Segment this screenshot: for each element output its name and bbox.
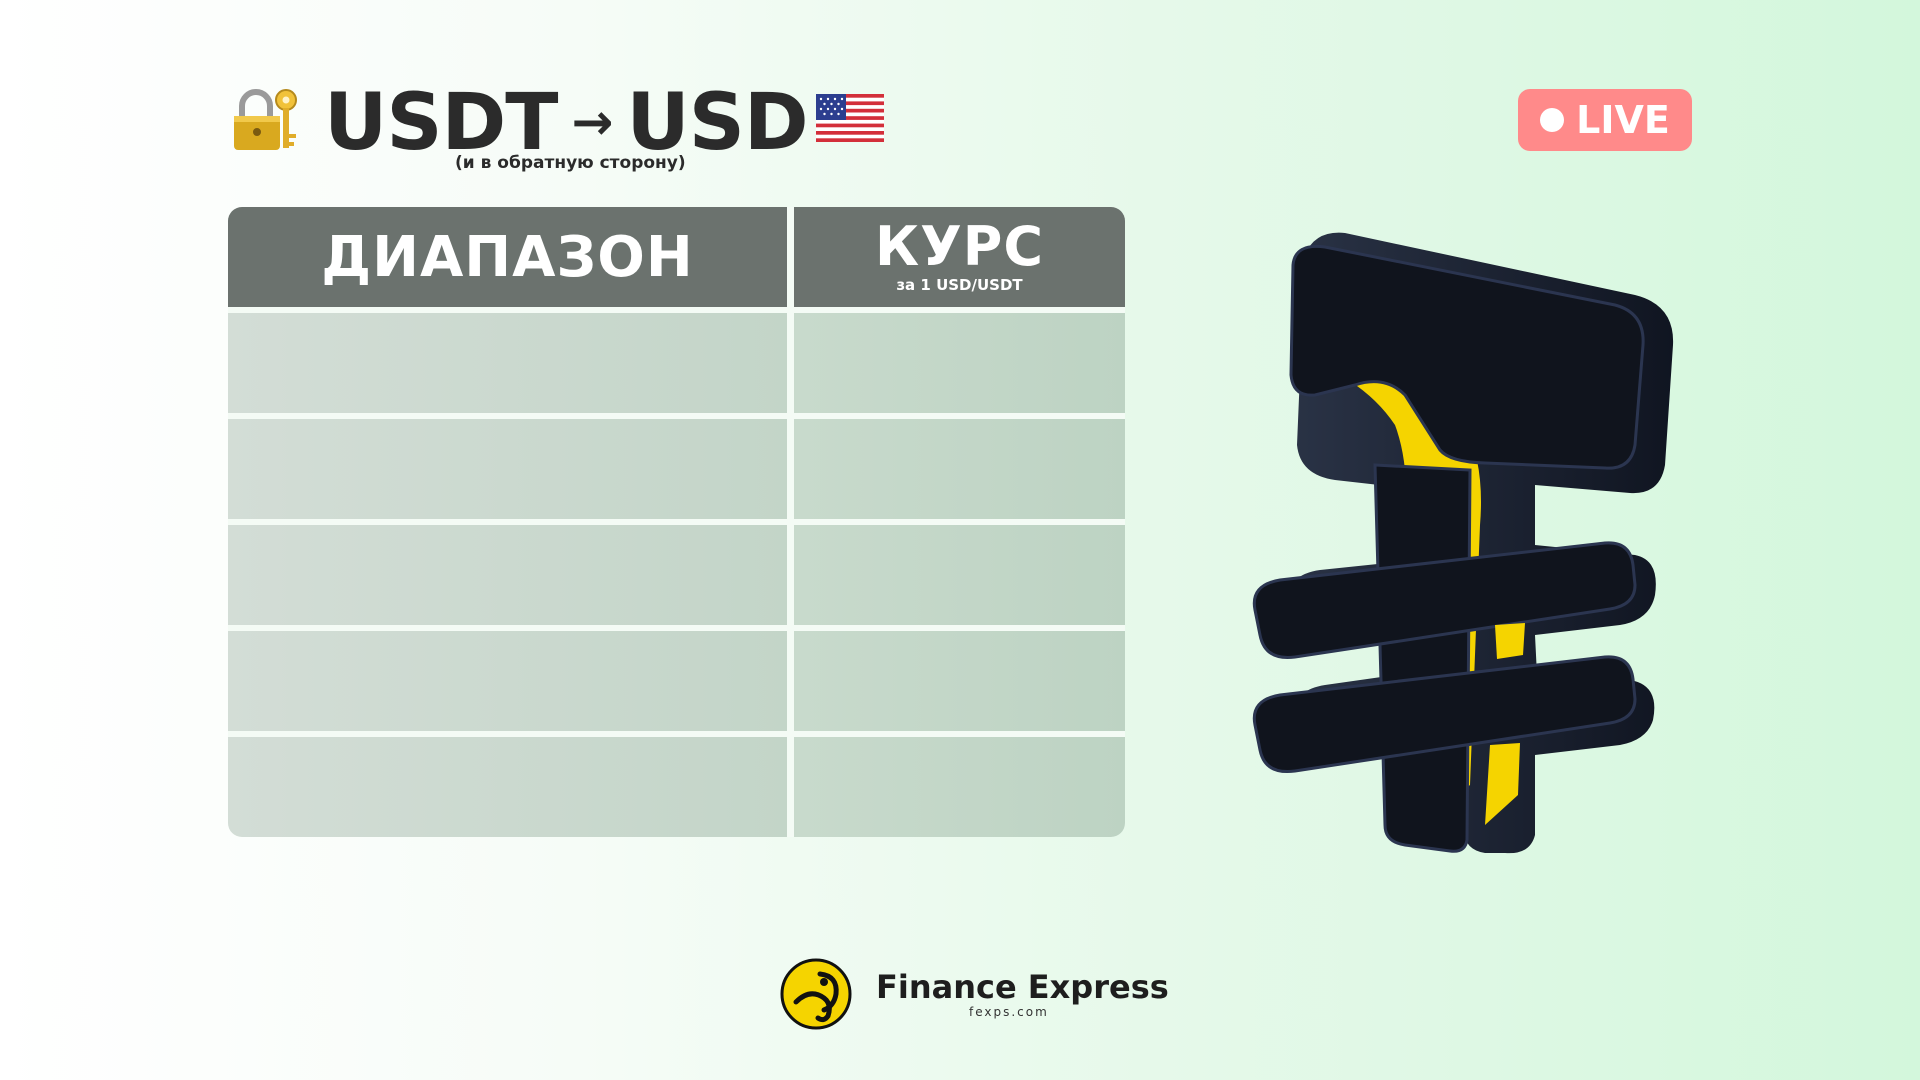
range-cell xyxy=(228,525,787,625)
brand-name: Finance Express xyxy=(876,968,1169,1006)
rate-cell xyxy=(794,631,1125,731)
rates-table: ДИАПАЗОН КУРС за 1 USD/USDT xyxy=(228,207,1125,837)
header-rate-label: КУРС xyxy=(875,215,1044,278)
range-cell xyxy=(228,313,787,413)
us-flag-icon xyxy=(816,94,884,142)
rate-cell xyxy=(794,737,1125,837)
header-range-cell: ДИАПАЗОН xyxy=(228,207,787,307)
rate-cell xyxy=(794,525,1125,625)
live-badge: LIVE xyxy=(1518,89,1692,151)
live-label: LIVE xyxy=(1576,98,1670,142)
range-cell xyxy=(228,737,787,837)
rate-cell xyxy=(794,419,1125,519)
tenge-symbol-3d-icon xyxy=(1252,232,1674,854)
page-subtitle: (и в обратную сторону) xyxy=(455,153,686,173)
header-rate-sublabel: за 1 USD/USDT xyxy=(896,276,1023,294)
range-cell xyxy=(228,631,787,731)
header-rate-cell: КУРС за 1 USD/USDT xyxy=(794,207,1125,307)
lock-with-key-icon xyxy=(234,89,297,150)
finance-express-logo-icon xyxy=(780,958,852,1030)
live-dot-icon xyxy=(1540,108,1565,132)
brand-site[interactable]: fexps.com xyxy=(969,1005,1049,1019)
rate-cell xyxy=(794,313,1125,413)
header-range-label: ДИАПАЗОН xyxy=(321,224,694,290)
range-cell xyxy=(228,419,787,519)
